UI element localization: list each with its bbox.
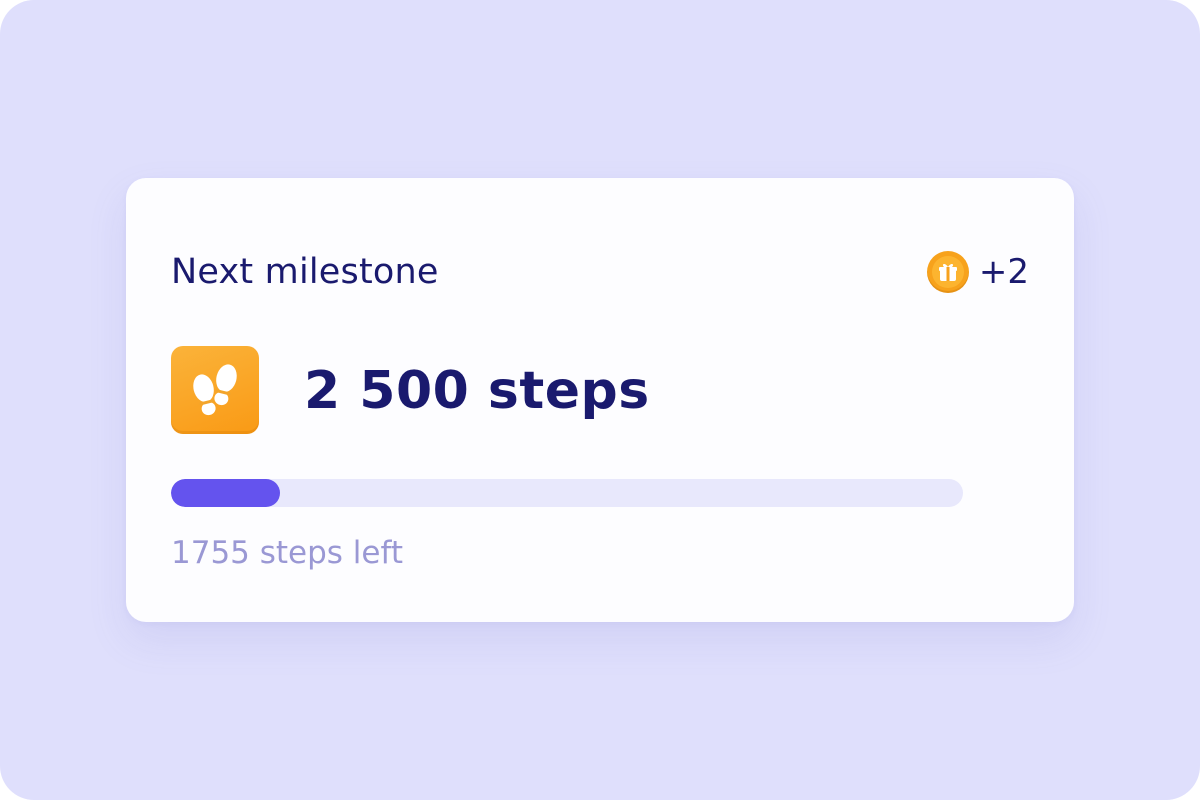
page-background: Next milestone +2 2 500 steps 1755 steps… (0, 0, 1200, 800)
milestone-target: 2 500 steps (304, 361, 650, 421)
reward-badge: +2 (926, 250, 1029, 294)
steps-remaining: 1755 steps left (171, 535, 404, 571)
milestone-card: Next milestone +2 2 500 steps 1755 steps… (126, 178, 1074, 622)
gift-coin-icon (926, 251, 969, 293)
reward-value: +2 (978, 252, 1029, 292)
footprints-icon (171, 346, 259, 434)
card-title: Next milestone (171, 252, 439, 292)
progress-bar-fill (171, 479, 281, 507)
progress-bar (171, 479, 963, 507)
